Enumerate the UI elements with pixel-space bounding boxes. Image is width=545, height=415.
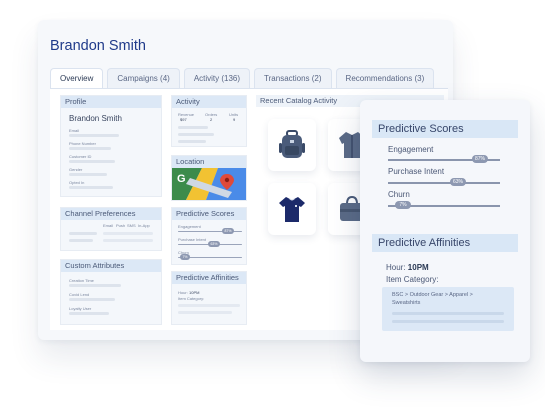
tshirt-icon — [279, 197, 305, 222]
profile-section: Profile Brandon Smith Email Phone Number… — [60, 95, 162, 197]
tab-recommendations[interactable]: Recommendations (3) — [335, 68, 435, 88]
hour-value: 10PM — [407, 263, 429, 272]
placeholder-bar — [69, 147, 111, 150]
activity-header: Activity — [172, 96, 246, 108]
profile-field-gender: Gender — [69, 167, 83, 172]
predictive-affinities-mini-section: Predictive Affinities Hour: 10PM Item Ca… — [171, 271, 247, 325]
stage: Brandon Smith Overview Campaigns (4) Act… — [0, 0, 545, 415]
placeholder-bar — [178, 304, 240, 307]
placeholder-bar — [392, 312, 504, 315]
profile-name: Brandon Smith — [69, 114, 122, 123]
mini-score-pill: 63% — [208, 241, 220, 247]
placeholder-bar — [178, 140, 206, 143]
placeholder-bar — [69, 298, 115, 301]
channel-col-push: Push — [116, 223, 126, 228]
predictive-affinities-header: Predictive Affinities — [372, 234, 518, 252]
placeholder-bar — [69, 312, 109, 315]
profile-field-phone: Phone Number — [69, 141, 96, 146]
mini-hour-label: Hour: — [178, 290, 188, 295]
hour-row: Hour: 10PM — [386, 263, 429, 272]
score-pill-engagement: 87% — [472, 155, 488, 163]
tab-campaigns[interactable]: Campaigns (4) — [107, 68, 180, 88]
mini-score-pill: 87% — [222, 228, 234, 234]
backpack-icon — [279, 130, 305, 158]
item-category-path: BSC > Outdoor Gear > Apparel > Sweatshir… — [392, 292, 473, 306]
channel-preferences-section: Channel Preferences Email Push SMS In-Ap… — [60, 207, 162, 251]
profile-field-customer-id: Customer ID — [69, 154, 92, 159]
customer-name: Brandon Smith — [50, 38, 146, 54]
catalog-item-tshirt[interactable] — [268, 183, 316, 235]
placeholder-bar — [178, 126, 208, 129]
score-pill-purchase-intent: 63% — [450, 178, 466, 186]
channel-col-in-app: In-App — [138, 223, 150, 228]
profile-header: Profile — [61, 96, 161, 108]
item-category-box: BSC > Outdoor Gear > Apparel > Sweatshir… — [382, 287, 514, 331]
mini-score-pill: 7% — [180, 254, 190, 260]
activity-stat-value: 9 — [233, 117, 236, 122]
placeholder-bar — [178, 133, 214, 136]
predictive-scores-mini-section: Predictive Scores Engagement 87% Purchas… — [171, 207, 247, 265]
placeholder-bar — [69, 284, 121, 287]
activity-stat-value: $97 — [180, 117, 187, 122]
placeholder-bar — [69, 160, 115, 163]
profile-field-email: Email — [69, 128, 80, 133]
attr-loyalty-user: Loyalty User — [69, 306, 92, 311]
tab-transactions[interactable]: Transactions (2) — [254, 68, 332, 88]
placeholder-bar — [69, 239, 93, 242]
tab-activity[interactable]: Activity (136) — [183, 68, 251, 88]
score-pill-churn: 7% — [395, 201, 411, 209]
mini-hour-value: 10PM — [189, 290, 200, 295]
channel-col-email: Email — [103, 223, 114, 228]
item-category-label: Item Category: — [386, 275, 439, 284]
channel-col-sms: SMS — [127, 223, 136, 228]
mini-score-label: Purchase Intent — [178, 237, 207, 242]
predictive-insights-card: Predictive Scores Engagement 87% Purchas… — [360, 100, 530, 362]
placeholder-bar — [178, 311, 232, 314]
mini-category-label: Item Category: — [178, 296, 205, 301]
activity-section: Activity Revenue $97 Orders 2 Units 9 — [171, 95, 247, 147]
svg-text:G: G — [177, 173, 186, 185]
hour-label: Hour: — [386, 263, 406, 272]
predictive-affinities-mini-header: Predictive Affinities — [172, 272, 246, 284]
score-label-engagement: Engagement — [388, 145, 434, 154]
placeholder-bar — [103, 239, 153, 242]
placeholder-bar — [392, 320, 504, 323]
mini-score-label: Engagement — [178, 224, 201, 229]
custom-attributes-header: Custom Attributes — [61, 260, 161, 272]
predictive-scores-header: Predictive Scores — [372, 120, 518, 138]
profile-field-opted-in: Opted In — [69, 180, 85, 185]
catalog-item-backpack[interactable] — [268, 119, 316, 171]
attr-covid-lend: Covid Lend — [69, 292, 90, 297]
placeholder-bar — [69, 232, 97, 235]
placeholder-bar — [103, 232, 153, 235]
activity-stat-value: 2 — [210, 117, 213, 122]
attr-creation-time: Creation Time — [69, 278, 94, 283]
score-track-purchase-intent — [388, 182, 500, 184]
profile-tabs: Overview Campaigns (4) Activity (136) Tr… — [50, 68, 435, 88]
score-label-purchase-intent: Purchase Intent — [388, 167, 445, 176]
location-section: Location G — [171, 155, 247, 201]
location-header: Location — [172, 156, 246, 168]
tab-overview[interactable]: Overview — [50, 68, 104, 88]
channel-preferences-header: Channel Preferences — [61, 208, 161, 220]
placeholder-bar — [69, 134, 119, 137]
placeholder-bar — [69, 186, 113, 189]
placeholder-bar — [69, 173, 107, 176]
score-label-churn: Churn — [388, 190, 410, 199]
predictive-scores-mini-header: Predictive Scores — [172, 208, 246, 220]
map-icon[interactable]: G — [172, 168, 246, 200]
custom-attributes-section: Custom Attributes Creation Time Covid Le… — [60, 259, 162, 325]
